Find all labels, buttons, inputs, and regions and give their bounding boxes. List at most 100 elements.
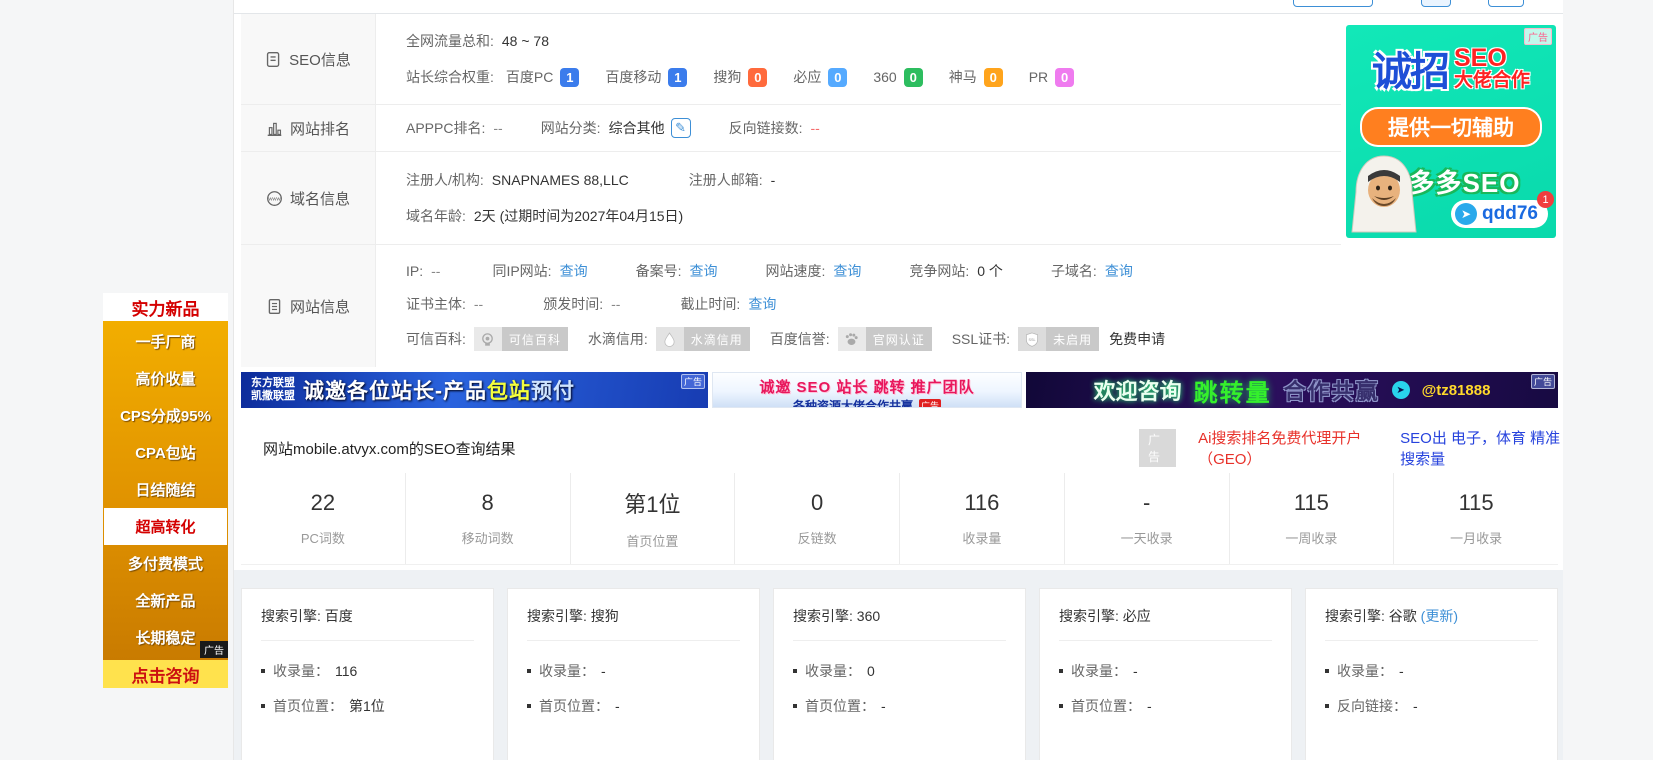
- stat-home-position: 第1位首页位置: [571, 473, 736, 564]
- reputation-label: 百度信誉:: [770, 329, 830, 349]
- weight-name: PR: [1029, 69, 1048, 85]
- ad-headline: 诚招: [1372, 39, 1448, 97]
- item-key: 收录量：: [539, 661, 595, 681]
- weight-badge[interactable]: 0: [828, 68, 847, 87]
- ad-tag: 广告: [1139, 429, 1176, 467]
- main-content-panel: SEO信息 全网流量总和: 48 ~ 78 站长综合权重: 百度PC1 百度移动…: [233, 0, 1563, 760]
- file-icon: [265, 51, 282, 68]
- stat-label: PC词数: [301, 528, 345, 547]
- cert-value: --: [474, 296, 483, 312]
- partial-button[interactable]: [1293, 0, 1373, 7]
- stat-label: 移动词数: [462, 528, 514, 547]
- weight-badge[interactable]: 0: [904, 68, 923, 87]
- stat-label: 收录量: [962, 528, 1001, 547]
- ad-tag: 广告: [1531, 374, 1555, 389]
- weight-badge[interactable]: 0: [1055, 68, 1074, 87]
- card-item: 反向链接：-: [1325, 696, 1538, 716]
- speed-label: 网站速度:: [765, 261, 825, 281]
- registrant-value: SNAPNAMES 88,LLC: [492, 172, 629, 188]
- gold-ad-item-highlighted[interactable]: 超高转化: [104, 508, 227, 545]
- same-ip-label: 同IP网站:: [492, 261, 551, 281]
- banner-corner-line1: 东方联盟: [251, 377, 295, 390]
- partial-button[interactable]: [1488, 0, 1524, 7]
- banner-word3: 合作共赢: [1284, 374, 1380, 406]
- engine-card-google: 搜索引擎: 谷歌 (更新) 收录量：- 反向链接：-: [1305, 588, 1558, 760]
- subdomain-query-link[interactable]: 查询: [1105, 261, 1133, 281]
- gold-ad-item[interactable]: 日结随结: [103, 471, 228, 508]
- stat-value: 8: [482, 490, 494, 516]
- website-info-content: IP:-- 同IP网站:查询 备案号:查询 网站速度:查询 竞争网站:0 个 子…: [376, 245, 1341, 367]
- item-key: 收录量：: [1071, 661, 1127, 681]
- weight-badge[interactable]: 1: [560, 68, 579, 87]
- edit-category-icon[interactable]: ✎: [671, 118, 691, 138]
- card-item: 收录量：-: [1059, 661, 1272, 681]
- weight-badge[interactable]: 0: [984, 68, 1003, 87]
- engine-name: 百度: [325, 608, 353, 624]
- telegram-contact-pill[interactable]: ➤ qdd76 1: [1451, 200, 1548, 228]
- banner-line2: 各种资源大佬合作共赢: [793, 397, 913, 408]
- bullet: [261, 669, 265, 673]
- ssl-free-apply-link[interactable]: 免费申请: [1109, 329, 1165, 349]
- subdomain-label: 子域名:: [1051, 261, 1097, 281]
- weight-badge[interactable]: 0: [748, 68, 767, 87]
- baike-badge: 可信百科: [474, 327, 568, 351]
- expire-query-link[interactable]: 查询: [748, 294, 776, 314]
- stat-label: 一天收录: [1121, 528, 1173, 547]
- engine-name: 谷歌: [1389, 608, 1417, 624]
- same-ip-query-link[interactable]: 查询: [560, 261, 588, 281]
- weight-badge[interactable]: 1: [668, 68, 687, 87]
- stat-value: 116: [964, 490, 999, 516]
- stats-row: 22PC词数 8移动词数 第1位首页位置 0反链数 116收录量 -一天收录 1…: [241, 473, 1558, 565]
- stat-value: 0: [811, 490, 823, 516]
- weight-name: 神马: [949, 67, 977, 87]
- engine-card-baidu: 搜索引擎: 百度 收录量：116 首页位置：第1位: [241, 588, 494, 760]
- email-label: 注册人邮箱:: [689, 170, 763, 190]
- weight-sogou: 搜狗0: [713, 67, 767, 87]
- banner-word1: 欢迎咨询: [1094, 374, 1182, 406]
- stat-one-day: -一天收录: [1065, 473, 1230, 564]
- bullet: [261, 704, 265, 708]
- row-label-text: SEO信息: [289, 49, 351, 70]
- gold-ad-item[interactable]: 全新产品: [103, 582, 228, 619]
- gold-ad-item[interactable]: CPS分成95%: [103, 397, 228, 434]
- icp-query-link[interactable]: 查询: [689, 261, 717, 281]
- gold-ad-item[interactable]: CPA包站: [103, 434, 228, 471]
- left-gold-ad[interactable]: 实力新品 一手厂商 高价收量 CPS分成95% CPA包站 日结随结 超高转化 …: [103, 293, 228, 688]
- text-ad-blue[interactable]: SEO出 电子，体育 精准搜索量: [1400, 427, 1563, 469]
- banner-ad-tiaozhuan[interactable]: 欢迎咨询 跳转量 合作共赢 ➤ @tz81888 广告: [1026, 372, 1558, 408]
- weight-name: 百度移动: [605, 67, 661, 87]
- table-row: 网站信息 IP:-- 同IP网站:查询 备案号:查询 网站速度:查询 竞争网站:…: [241, 245, 1341, 367]
- row-label-seo-info: SEO信息: [241, 14, 376, 104]
- text-ad-red[interactable]: Ai搜索排名免费代理开户（GEO）: [1198, 427, 1378, 469]
- top-bar: [234, 0, 1563, 14]
- update-link[interactable]: (更新): [1421, 608, 1458, 624]
- banner-ad-seo-team[interactable]: 诚邀 SEO 站长 跳转 推广团队 各种资源大佬合作共赢 广告: [712, 372, 1022, 408]
- gold-ad-item[interactable]: 高价收量: [103, 360, 228, 397]
- gold-ad-item[interactable]: 一手厂商: [103, 323, 228, 360]
- engine-prefix: 搜索引擎:: [1059, 608, 1119, 624]
- seo-info-table: SEO信息 全网流量总和: 48 ~ 78 站长综合权重: 百度PC1 百度移动…: [241, 14, 1341, 367]
- ip-label: IP:: [406, 263, 423, 279]
- document-icon: [266, 298, 283, 315]
- item-key: 收录量：: [805, 661, 861, 681]
- gold-ad-header: 实力新品: [103, 293, 228, 321]
- row-label-text: 网站信息: [290, 296, 350, 317]
- weight-shenma: 神马 0: [949, 67, 1003, 87]
- category-label: 网站分类:: [541, 118, 601, 138]
- issue-value: --: [611, 296, 620, 312]
- teal-seo-ad-banner[interactable]: 广告 诚招 SEO 大佬合作 提供一切辅助 钱多多SEO ➤ qdd76 1: [1346, 25, 1556, 238]
- query-result-title: 网站mobile.atvyx.com的SEO查询结果: [263, 438, 516, 459]
- banner-ad-dongfang[interactable]: 东方联盟 凯撒联盟 诚邀各位站长-产品包站预付 广告: [241, 372, 708, 408]
- competitor-sites: 竞争网站:0 个: [909, 261, 1003, 281]
- engine-name: 必应: [1123, 608, 1151, 624]
- card-item: 收录量：0: [793, 661, 1006, 681]
- water-drop-icon: [656, 327, 684, 351]
- item-value: -: [1399, 663, 1404, 679]
- gold-ad-consult-button[interactable]: 点击咨询: [103, 660, 228, 688]
- ad-tag: 广告: [681, 374, 705, 389]
- speed-query-link[interactable]: 查询: [833, 261, 861, 281]
- partial-button[interactable]: [1421, 0, 1451, 7]
- gold-ad-item[interactable]: 多付费模式: [103, 545, 228, 582]
- item-value: -: [601, 663, 606, 679]
- ssl-badge: SSL 未启用: [1018, 327, 1099, 351]
